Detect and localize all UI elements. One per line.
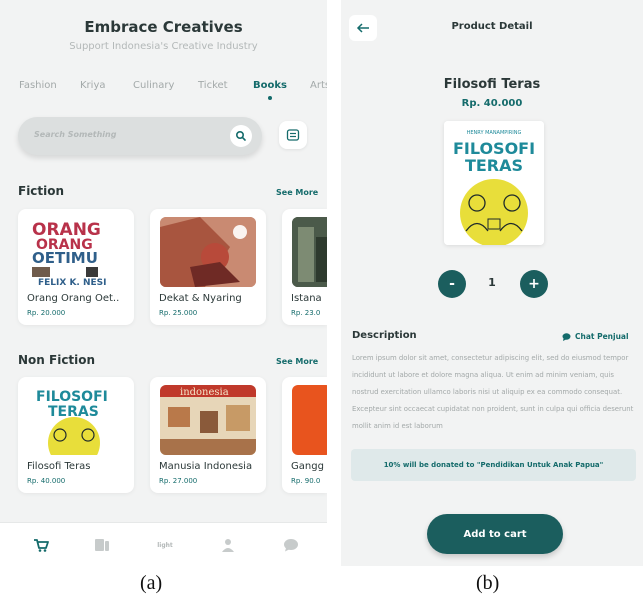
chat-icon xyxy=(562,332,571,341)
active-tab-indicator xyxy=(267,96,272,100)
nav-light[interactable]: light xyxy=(152,537,178,553)
search-bar[interactable]: Search Something xyxy=(18,117,262,155)
nav-profile[interactable] xyxy=(219,537,237,553)
plus-icon: + xyxy=(528,276,540,292)
nav-light-label: light xyxy=(157,541,173,549)
book-cover-image: FILOSOFI TERAS xyxy=(28,385,124,455)
filter-button[interactable] xyxy=(279,121,307,149)
cover-text: OETIMU xyxy=(32,249,98,267)
book-card[interactable]: indonesia Manusia Indonesia Rp. 27.000 xyxy=(150,377,266,493)
section-title-non-fiction: Non Fiction xyxy=(18,353,96,367)
cover-text: indonesia xyxy=(180,387,229,398)
tab-books[interactable]: Books xyxy=(253,80,287,100)
app-subtitle: Support Indonesia's Creative Industry xyxy=(69,41,258,52)
catalog-icon xyxy=(95,539,109,551)
increase-quantity-button[interactable]: + xyxy=(520,270,548,298)
add-to-cart-button[interactable]: Add to cart xyxy=(427,514,563,554)
book-card[interactable]: ORANG ORANG OETIMU FELIX K. NESI Orang O… xyxy=(18,209,134,325)
product-name: Filosofi Teras xyxy=(443,77,541,92)
product-cover-image: HENRY MANAMPIRING FILOSOFI TERAS xyxy=(444,121,544,245)
chat-seller-label: Chat Penjual xyxy=(575,332,629,341)
book-cover-image xyxy=(160,217,256,287)
profile-icon xyxy=(222,539,234,552)
book-price: Rp. 40.000 xyxy=(27,477,66,485)
book-price: Rp. 23.0 xyxy=(291,309,321,317)
book-title: Orang Orang Oet.. xyxy=(27,293,120,304)
book-title: Dekat & Nyaring xyxy=(159,293,242,304)
book-price: Rp. 27.000 xyxy=(159,477,198,485)
book-price: Rp. 90.0 xyxy=(291,477,321,485)
book-card[interactable]: Gangg Rp. 90.0 xyxy=(282,377,327,493)
tab-fashion[interactable]: Fashion xyxy=(19,80,57,91)
nav-chat[interactable] xyxy=(282,537,300,553)
book-cover-image: ORANG ORANG OETIMU FELIX K. NESI xyxy=(28,217,124,287)
category-tabs: Fashion Kriya Culinary Ticket Books Arts xyxy=(0,80,327,104)
section-title-fiction: Fiction xyxy=(18,184,65,198)
search-icon xyxy=(235,130,246,141)
nav-cart[interactable] xyxy=(32,537,50,553)
see-more-fiction-link[interactable]: See More xyxy=(276,188,318,197)
decrease-quantity-button[interactable]: - xyxy=(438,270,466,298)
minus-icon: - xyxy=(449,276,455,292)
cover-text: FILOSOFI xyxy=(36,389,108,405)
home-screen: Embrace Creatives Support Indonesia's Cr… xyxy=(0,0,327,566)
description-heading: Description xyxy=(352,330,417,341)
book-cover-image xyxy=(292,217,327,287)
tab-ticket[interactable]: Ticket xyxy=(198,80,228,91)
book-title: Filosofi Teras xyxy=(27,461,91,472)
chat-seller-button[interactable]: Chat Penjual xyxy=(562,332,629,341)
book-card[interactable]: Istana Rp. 23.0 xyxy=(282,209,327,325)
cover-text: FELIX K. NESI xyxy=(38,278,107,287)
donation-banner: 10% will be donated to "Pendidikan Untuk… xyxy=(351,449,636,481)
description-text: Lorem ipsum dolor sit amet, consectetur … xyxy=(352,354,634,430)
bottom-navigation: light xyxy=(0,522,327,566)
book-title: Istana xyxy=(291,293,322,304)
tab-culinary[interactable]: Culinary xyxy=(133,80,174,91)
tab-arts[interactable]: Arts xyxy=(310,80,327,91)
product-price: Rp. 40.000 xyxy=(461,98,523,109)
cart-icon xyxy=(34,539,49,552)
search-input[interactable]: Search Something xyxy=(34,130,116,139)
book-card[interactable]: FILOSOFI TERAS Filosofi Teras Rp. 40.000 xyxy=(18,377,134,493)
nav-catalog[interactable] xyxy=(93,537,111,553)
product-detail-screen: Product Detail Filosofi Teras Rp. 40.000… xyxy=(341,0,643,566)
quantity-value: 1 xyxy=(488,276,496,289)
search-button[interactable] xyxy=(230,125,252,147)
book-cover-image: indonesia xyxy=(160,385,256,455)
book-title: Gangg xyxy=(291,461,324,472)
caption-b: (b) xyxy=(476,572,500,594)
book-cover-image xyxy=(292,385,327,455)
book-card[interactable]: Dekat & Nyaring Rp. 25.000 xyxy=(150,209,266,325)
see-more-non-fiction-link[interactable]: See More xyxy=(276,357,318,366)
page-title: Product Detail xyxy=(451,21,533,32)
book-price: Rp. 25.000 xyxy=(159,309,198,317)
tab-kriya[interactable]: Kriya xyxy=(80,80,106,91)
cover-text: TERAS xyxy=(465,156,523,175)
tab-books-label: Books xyxy=(253,80,287,91)
chat-icon xyxy=(284,539,298,552)
caption-a: (a) xyxy=(140,572,163,594)
book-title: Manusia Indonesia xyxy=(159,461,253,472)
app-title: Embrace Creatives xyxy=(84,18,243,36)
cover-text: HENRY MANAMPIRING xyxy=(467,130,522,136)
book-price: Rp. 20.000 xyxy=(27,309,66,317)
filter-icon xyxy=(286,129,300,141)
